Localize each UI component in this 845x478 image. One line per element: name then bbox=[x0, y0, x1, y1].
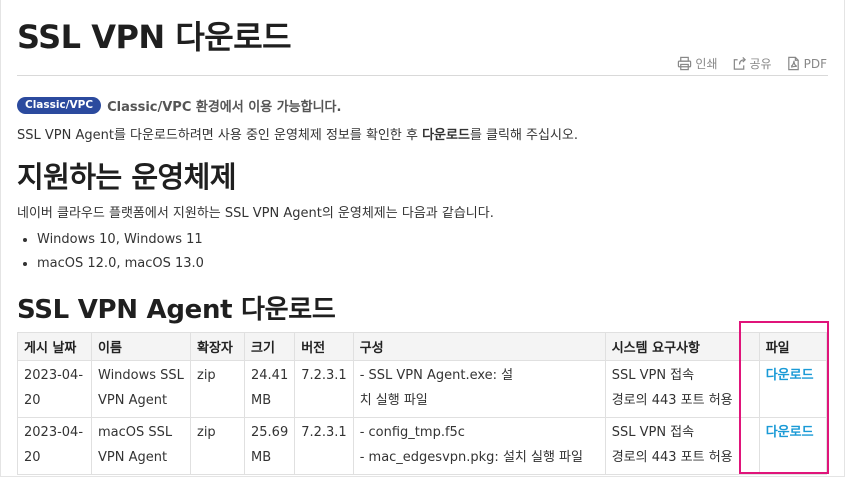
cell-config: - SSL VPN Agent.exe: 설치 실행 파일 bbox=[352, 360, 606, 418]
os-list: Windows 10, Windows 11 macOS 12.0, macOS… bbox=[17, 229, 204, 277]
cell-file: 다운로드 bbox=[758, 417, 828, 475]
share-button[interactable]: 공유 bbox=[732, 55, 772, 72]
column-header-name: 이름 bbox=[91, 332, 191, 361]
column-header-extension: 확장자 bbox=[190, 332, 245, 361]
print-button[interactable]: 인쇄 bbox=[677, 55, 718, 72]
intro-text-after: 를 클릭해 주십시오. bbox=[469, 128, 579, 143]
column-header-file: 파일 bbox=[758, 332, 828, 361]
cell-requirements: SSL VPN 접속 경로의 443 포트 허용 bbox=[604, 360, 760, 418]
os-section-description: 네이버 클라우드 플랫폼에서 지원하는 SSL VPN Agent의 운영체제는… bbox=[17, 206, 494, 221]
cell-extension: zip bbox=[190, 360, 245, 418]
printer-icon bbox=[678, 56, 692, 71]
table-header-row: 게시 날짜 이름 확장자 크기 버전 구성 시스템 요구사항 파일 bbox=[17, 332, 828, 361]
cell-version: 7.2.3.1 bbox=[294, 360, 354, 418]
os-list-item: Windows 10, Windows 11 bbox=[37, 229, 204, 253]
cell-config: - config_tmp.f5c - mac_edgesvpn.pkg: 설치 실… bbox=[352, 417, 606, 475]
column-header-date: 게시 날짜 bbox=[17, 332, 92, 361]
column-header-requirements: 시스템 요구사항 bbox=[604, 332, 760, 361]
download-table: 게시 날짜 이름 확장자 크기 버전 구성 시스템 요구사항 파일 2023-0… bbox=[17, 332, 828, 475]
cell-size: 24.41 MB bbox=[243, 360, 296, 418]
column-header-size: 크기 bbox=[243, 332, 296, 361]
cell-file: 다운로드 bbox=[758, 360, 828, 418]
download-link-windows[interactable]: 다운로드 bbox=[766, 368, 814, 383]
pdf-file-icon bbox=[787, 56, 799, 71]
share-label: 공유 bbox=[749, 57, 772, 71]
cell-name: macOS SSL VPN Agent bbox=[91, 417, 191, 475]
table-row: 2023-04- 20 Windows SSL VPN Agent zip 24.4… bbox=[17, 360, 828, 418]
toolbar: 인쇄 공유 PDF bbox=[677, 55, 827, 72]
environment-badge: Classic/VPC bbox=[17, 97, 102, 114]
cell-version: 7.2.3.1 bbox=[294, 417, 354, 475]
intro-text: SSL VPN Agent를 다운로드하려면 사용 중인 운영체제 정보를 확인… bbox=[17, 124, 578, 143]
cell-extension: zip bbox=[190, 417, 245, 475]
pdf-label: PDF bbox=[803, 56, 827, 71]
environment-text: Classic/VPC 환경에서 이용 가능합니다. bbox=[107, 100, 342, 115]
download-section-heading: SSL VPN Agent 다운로드 bbox=[17, 295, 336, 325]
title-divider bbox=[17, 75, 828, 76]
cell-name: Windows SSL VPN Agent bbox=[91, 360, 191, 418]
download-link-macos[interactable]: 다운로드 bbox=[766, 425, 814, 440]
intro-text-before: SSL VPN Agent를 다운로드하려면 사용 중인 운영체제 정보를 확인… bbox=[17, 128, 423, 143]
environment-notice: Classic/VPC Classic/VPC 환경에서 이용 가능합니다. bbox=[17, 96, 341, 115]
share-icon bbox=[733, 56, 746, 70]
os-list-item: macOS 12.0, macOS 13.0 bbox=[37, 253, 204, 277]
table-row: 2023-04- 20 macOS SSL VPN Agent zip 25.69 M… bbox=[17, 417, 828, 475]
cell-date: 2023-04- 20 bbox=[17, 417, 92, 475]
column-header-config: 구성 bbox=[352, 332, 606, 361]
cell-requirements: SSL VPN 접속 경로의 443 포트 허용 bbox=[604, 417, 760, 475]
page-title: SSL VPN 다운로드 bbox=[17, 18, 292, 56]
print-label: 인쇄 bbox=[695, 57, 718, 71]
intro-text-bold: 다운로드 bbox=[422, 128, 470, 143]
os-section-heading: 지원하는 운영체제 bbox=[17, 160, 237, 194]
pdf-button[interactable]: PDF bbox=[786, 56, 827, 71]
cell-size: 25.69 MB bbox=[243, 417, 296, 475]
cell-date: 2023-04- 20 bbox=[17, 360, 92, 418]
column-header-version: 버전 bbox=[294, 332, 354, 361]
